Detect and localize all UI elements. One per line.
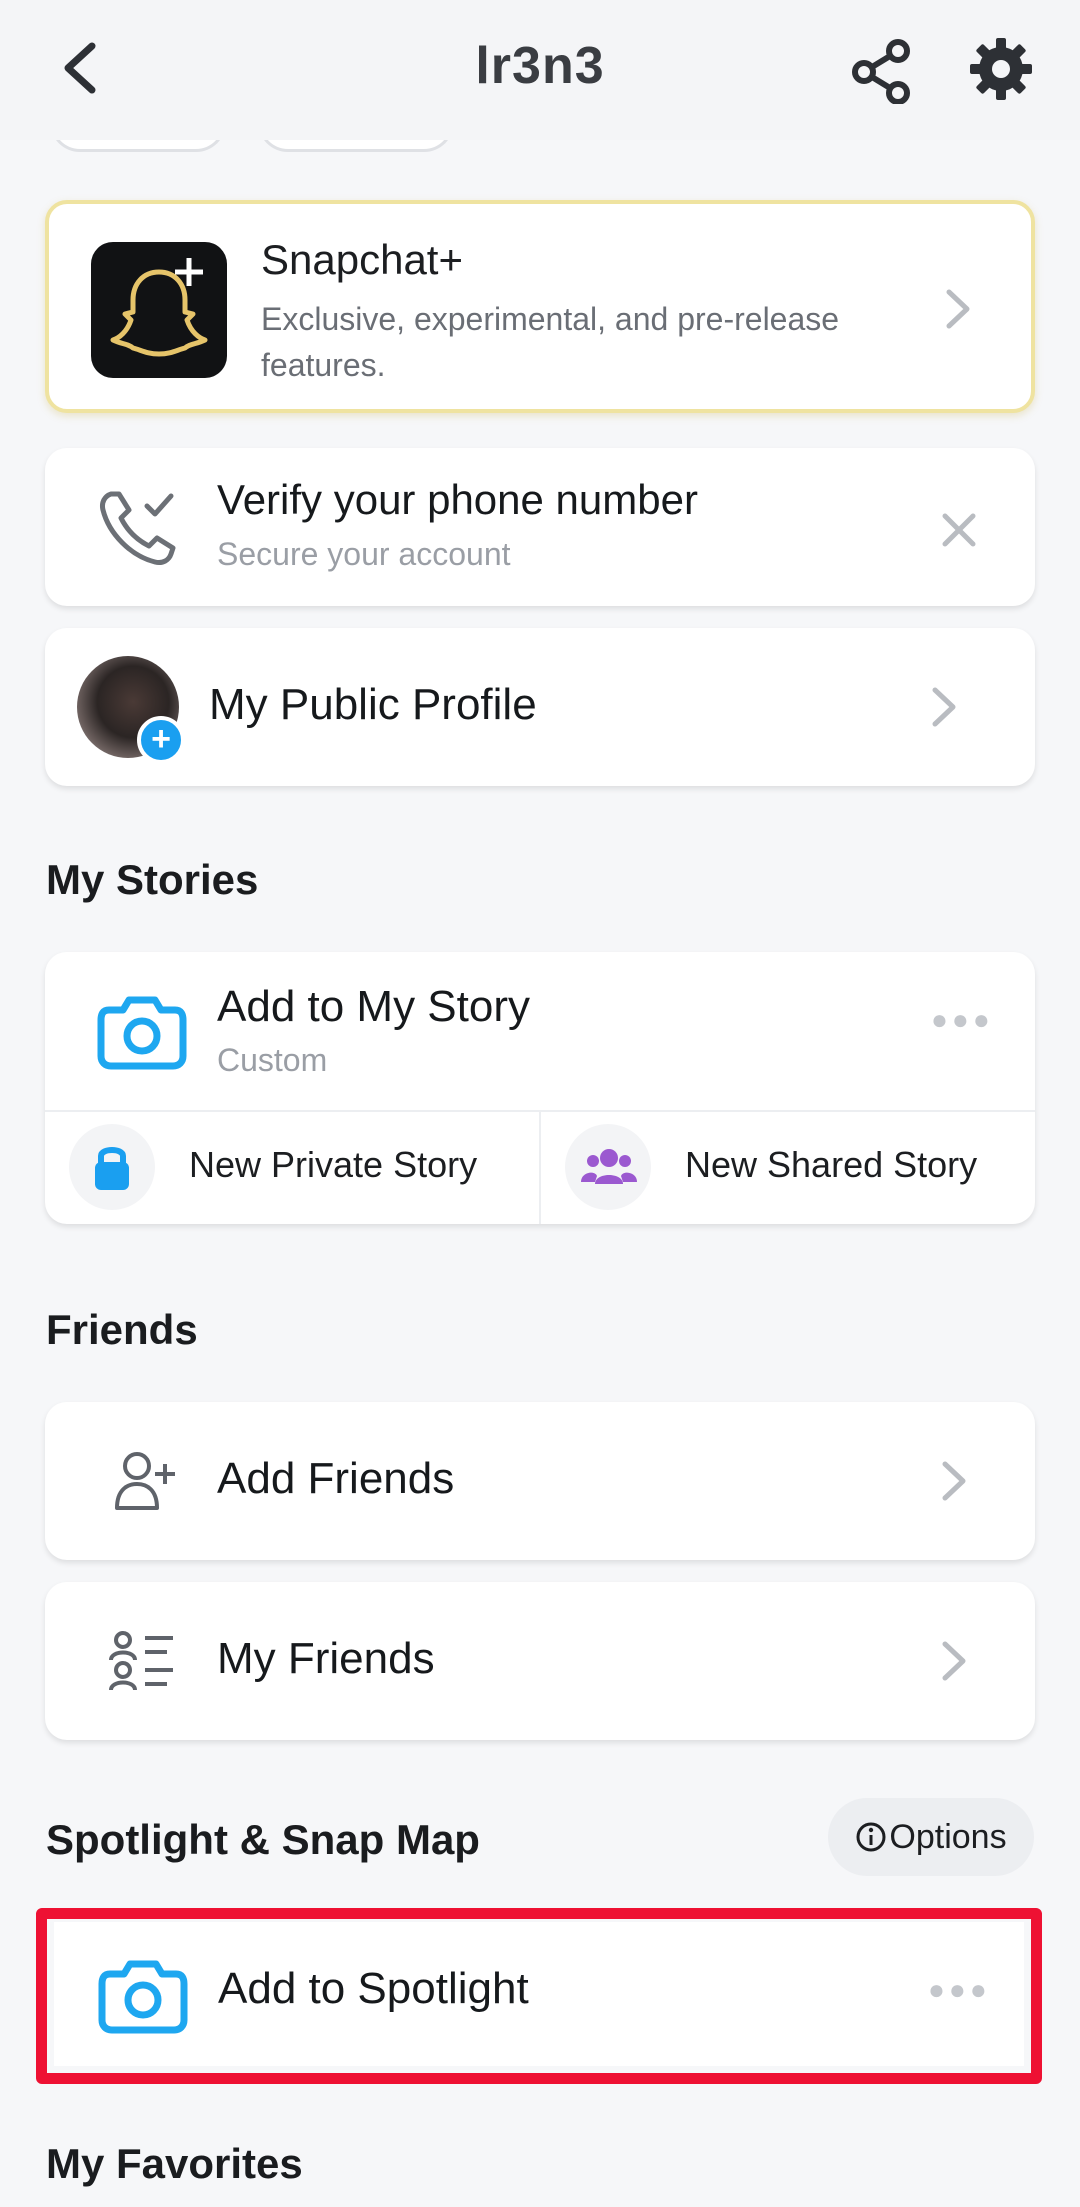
- page-title: lr3n3: [475, 37, 605, 95]
- add-friend-icon: [115, 1452, 175, 1510]
- new-shared-story-button[interactable]: New Shared Story: [541, 1112, 1035, 1224]
- close-icon[interactable]: [941, 512, 977, 548]
- lock-icon: [95, 1147, 129, 1190]
- snapchat-plus-logo-icon: [91, 242, 227, 378]
- section-title-friends: Friends: [46, 1306, 198, 1353]
- section-title-my-stories: My Stories: [46, 856, 259, 903]
- story-privacy-label: Custom: [217, 1042, 328, 1078]
- share-icon[interactable]: [850, 38, 916, 104]
- group-icon-circle: [565, 1124, 651, 1210]
- options-button[interactable]: Options: [828, 1798, 1034, 1876]
- more-options-icon[interactable]: ●●●: [928, 1974, 991, 2006]
- public-profile-card[interactable]: + My Public Profile: [45, 628, 1035, 786]
- my-friends-label: My Friends: [217, 1634, 435, 1683]
- verify-phone-card[interactable]: Verify your phone number Secure your acc…: [45, 448, 1035, 606]
- verify-phone-title: Verify your phone number: [217, 476, 698, 523]
- lock-icon-circle: [69, 1124, 155, 1210]
- snapchat-plus-title: Snapchat+: [261, 236, 464, 283]
- more-options-icon[interactable]: ●●●: [931, 1004, 994, 1036]
- chevron-right-icon: [946, 289, 970, 329]
- snapchat-plus-description: Exclusive, experimental, and pre-release…: [261, 301, 840, 383]
- settings-gear-icon[interactable]: [968, 36, 1034, 102]
- add-to-spotlight-row[interactable]: Add to Spotlight ●●●: [54, 1922, 1024, 2066]
- verify-phone-subtitle: Secure your account: [217, 536, 511, 572]
- new-shared-story-label: New Shared Story: [685, 1144, 978, 1185]
- phone-check-icon: [100, 491, 176, 565]
- add-plus-icon: +: [137, 716, 185, 764]
- camera-icon[interactable]: [97, 988, 187, 1072]
- info-icon: [856, 1822, 886, 1852]
- add-to-my-story-label[interactable]: Add to My Story: [217, 982, 530, 1032]
- camera-icon: [98, 1960, 188, 2034]
- friends-list-icon: [109, 1631, 173, 1691]
- chevron-right-icon: [932, 687, 956, 727]
- add-to-spotlight-label: Add to Spotlight: [218, 1964, 529, 2013]
- snapchat-plus-card[interactable]: Snapchat+ Exclusive, experimental, and p…: [45, 200, 1035, 413]
- new-private-story-button[interactable]: New Private Story: [45, 1112, 539, 1224]
- section-title-my-favorites: My Favorites: [46, 2140, 303, 2187]
- group-icon: [581, 1149, 637, 1184]
- chevron-right-icon: [942, 1461, 966, 1501]
- chevron-right-icon: [942, 1641, 966, 1681]
- add-friends-row[interactable]: Add Friends: [45, 1402, 1035, 1560]
- add-friends-label: Add Friends: [217, 1454, 455, 1503]
- new-private-story-label: New Private Story: [189, 1144, 478, 1185]
- options-label: Options: [889, 1817, 1007, 1856]
- my-stories-card: Add to My Story Custom ●●● New Private S…: [45, 952, 1035, 1224]
- section-title-spotlight-snap-map: Spotlight & Snap Map: [46, 1816, 480, 1863]
- public-profile-label: My Public Profile: [209, 680, 537, 729]
- my-friends-row[interactable]: My Friends: [45, 1582, 1035, 1740]
- top-bar: lr3n3: [0, 0, 1080, 140]
